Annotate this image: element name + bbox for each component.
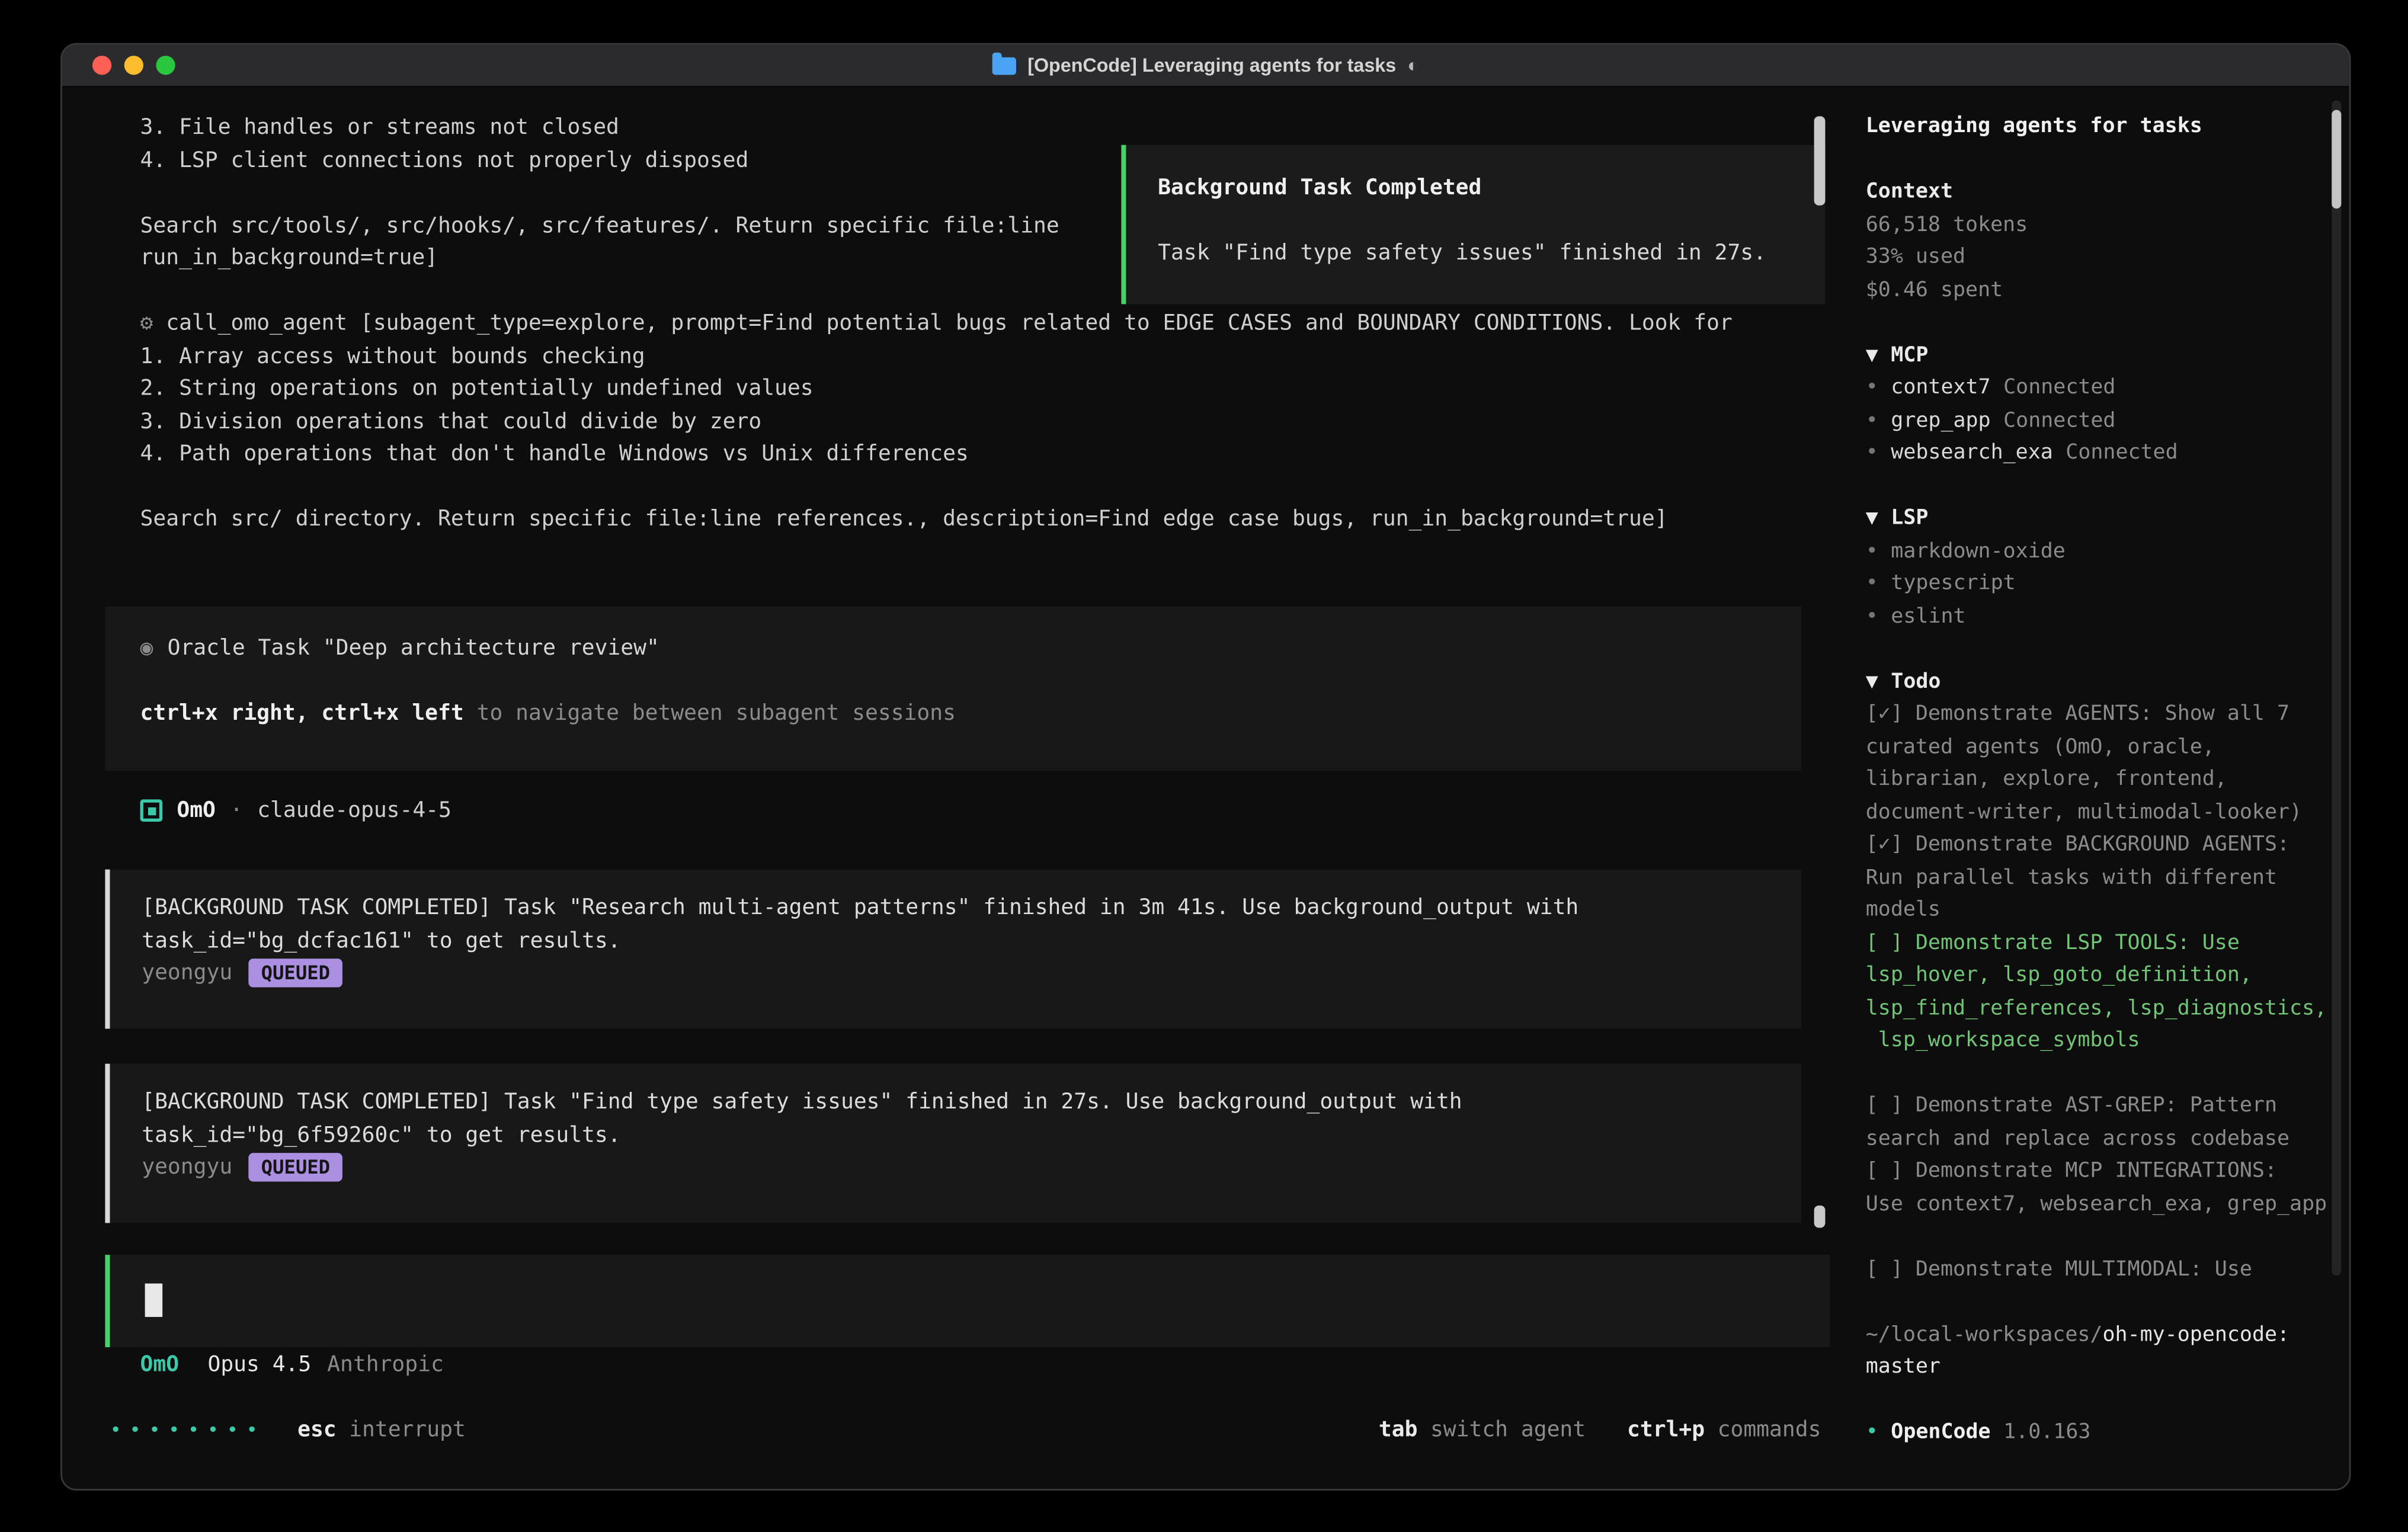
ctrlp-key-hint: ctrl+p — [1627, 1414, 1705, 1447]
status-badge: QUEUED — [248, 1153, 343, 1182]
context-tokens: 66,518 tokens — [1866, 209, 2327, 242]
context-spent: $0.46 spent — [1866, 275, 2327, 307]
spinner-dots: •••••••• — [110, 1414, 265, 1447]
background-task-toast: Background Task Completed Task "Find typ… — [1121, 145, 1825, 305]
lsp-item: • eslint — [1866, 601, 2327, 634]
lsp-item: • typescript — [1866, 569, 2327, 601]
session-title: Leveraging agents for tasks — [1866, 111, 2327, 144]
status-bar: •••••••• esc interrupt tab switch agent … — [62, 1414, 1834, 1447]
session-sidebar: Leveraging agents for tasks Context 66,5… — [1834, 88, 2349, 1491]
transcript-text: 3. File handles or streams not closed 4.… — [140, 111, 1059, 275]
bullet-icon: • — [1866, 569, 1878, 601]
provider-label: Anthropic — [327, 1349, 444, 1382]
close-button[interactable] — [92, 56, 111, 75]
window-title: [OpenCode] Leveraging agents for tasks ◐ — [992, 54, 1418, 76]
sidebar-scrollbar-thumb[interactable] — [2332, 110, 2341, 209]
bullet-icon: • — [1866, 536, 1878, 569]
bullet-icon: • — [1866, 373, 1878, 405]
zoom-button[interactable] — [156, 56, 175, 75]
lsp-item: • markdown-oxide — [1866, 536, 2327, 569]
todo-item-pending: [ ] Demonstrate MCP INTEGRATIONS: Use co… — [1866, 1156, 2327, 1221]
task-message: [BACKGROUND TASK COMPLETED] Task "Resear… — [105, 870, 1801, 1029]
hint-keys: ctrl+x right, ctrl+x left — [140, 701, 464, 726]
active-model-label: Opus 4.5 — [207, 1349, 311, 1382]
chevron-down-icon: ▼ — [1866, 340, 1878, 373]
message-author: yeongyu — [142, 1151, 232, 1184]
todo-item-done: [✓] Demonstrate AGENTS: Show all 7 curat… — [1866, 699, 2327, 829]
chevron-down-icon: ▼ — [1866, 503, 1878, 536]
prompt-input[interactable] — [105, 1255, 1830, 1347]
active-agent-label: OmO — [140, 1349, 180, 1382]
terminal-window: [OpenCode] Leveraging agents for tasks ◐… — [60, 43, 2351, 1491]
minimize-button[interactable] — [124, 56, 143, 75]
text-cursor — [145, 1284, 163, 1317]
context-heading: Context — [1866, 177, 2327, 209]
hint-text: to navigate between subagent sessions — [464, 701, 956, 726]
agent-icon — [140, 800, 163, 822]
section-todo[interactable]: ▼ Todo — [1866, 666, 2327, 699]
mcp-item: • websearch_exa Connected — [1866, 438, 2327, 470]
toast-body: Task "Find type safety issues" finished … — [1158, 238, 1794, 270]
sidebar-scrollbar-track[interactable] — [2332, 100, 2341, 1275]
agent-name: OmO — [177, 794, 216, 827]
mcp-item: • grep_app Connected — [1866, 405, 2327, 438]
git-branch: master — [1866, 1355, 1941, 1379]
oracle-task-panel: ◉ Oracle Task "Deep architecture review"… — [105, 607, 1801, 771]
section-mcp[interactable]: ▼ MCP — [1866, 340, 2327, 373]
tool-call-text: call_omo_agent [subagent_type=explore, p… — [140, 310, 1733, 532]
navigation-hint: ctrl+x right, ctrl+x left to navigate be… — [140, 697, 1766, 730]
esc-key-hint: esc — [297, 1414, 337, 1447]
chat-pane: 3. File handles or streams not closed 4.… — [62, 88, 1834, 1491]
ctrlp-key-label: commands — [1718, 1414, 1821, 1447]
agent-session-header: OmO · claude-opus-4-5 — [140, 794, 451, 827]
model-indicator: OmO Opus 4.5 Anthropic — [140, 1349, 444, 1382]
task-message-body: [BACKGROUND TASK COMPLETED] Task "Resear… — [142, 892, 1769, 957]
section-lsp[interactable]: ▼ LSP — [1866, 503, 2327, 536]
window-titlebar[interactable]: [OpenCode] Leveraging agents for tasks ◐ — [62, 44, 2349, 88]
agent-model: claude-opus-4-5 — [257, 794, 451, 827]
todo-item-pending: [ ] Demonstrate MULTIMODAL: Use — [1866, 1254, 2327, 1287]
tab-key-label: switch agent — [1430, 1414, 1586, 1447]
esc-key-label: interrupt — [349, 1414, 466, 1447]
folder-icon — [992, 56, 1016, 74]
app-version: • OpenCode 1.0.163 — [1866, 1417, 2327, 1450]
oracle-task-title: Oracle Task "Deep architecture review" — [168, 632, 659, 665]
traffic-lights — [92, 44, 175, 86]
task-message: [BACKGROUND TASK COMPLETED] Task "Find t… — [105, 1064, 1801, 1223]
bullet-icon: • — [1866, 405, 1878, 438]
todo-item-done: [✓] Demonstrate BACKGROUND AGENTS: Run p… — [1866, 829, 2327, 927]
record-icon: ◉ — [140, 632, 153, 665]
toast-title: Background Task Completed — [1158, 172, 1794, 204]
workspace-path: ~/local-workspaces/oh-my-opencode: maste… — [1866, 1319, 2327, 1384]
session-status-icon: ◐ — [1407, 54, 1418, 76]
chevron-down-icon: ▼ — [1866, 666, 1878, 699]
desktop: [OpenCode] Leveraging agents for tasks ◐… — [0, 0, 2408, 1532]
tab-key-hint: tab — [1379, 1414, 1418, 1447]
todo-item-pending: [ ] Demonstrate AST-GREP: Pattern search… — [1866, 1091, 2327, 1156]
bullet-icon: • — [1866, 601, 1878, 634]
task-message-body: [BACKGROUND TASK COMPLETED] Task "Find t… — [142, 1086, 1769, 1151]
context-used: 33% used — [1866, 242, 2327, 275]
mcp-item: • context7 Connected — [1866, 373, 2327, 405]
gear-icon: ⚙ — [140, 310, 153, 336]
scrollbar-thumb[interactable] — [1814, 1206, 1826, 1228]
window-title-text: [OpenCode] Leveraging agents for tasks — [1027, 54, 1396, 76]
todo-item-active: [ ] Demonstrate LSP TOOLS: Use lsp_hover… — [1866, 928, 2327, 1058]
tool-call-block: ⚙ call_omo_agent [subagent_type=explore,… — [140, 307, 1733, 536]
separator-dot: · — [230, 794, 243, 827]
scrollbar-thumb[interactable] — [1814, 116, 1826, 206]
bullet-icon: • — [1866, 438, 1878, 470]
status-badge: QUEUED — [248, 959, 343, 988]
message-author: yeongyu — [142, 957, 232, 989]
bullet-icon: • — [1866, 1417, 1878, 1450]
